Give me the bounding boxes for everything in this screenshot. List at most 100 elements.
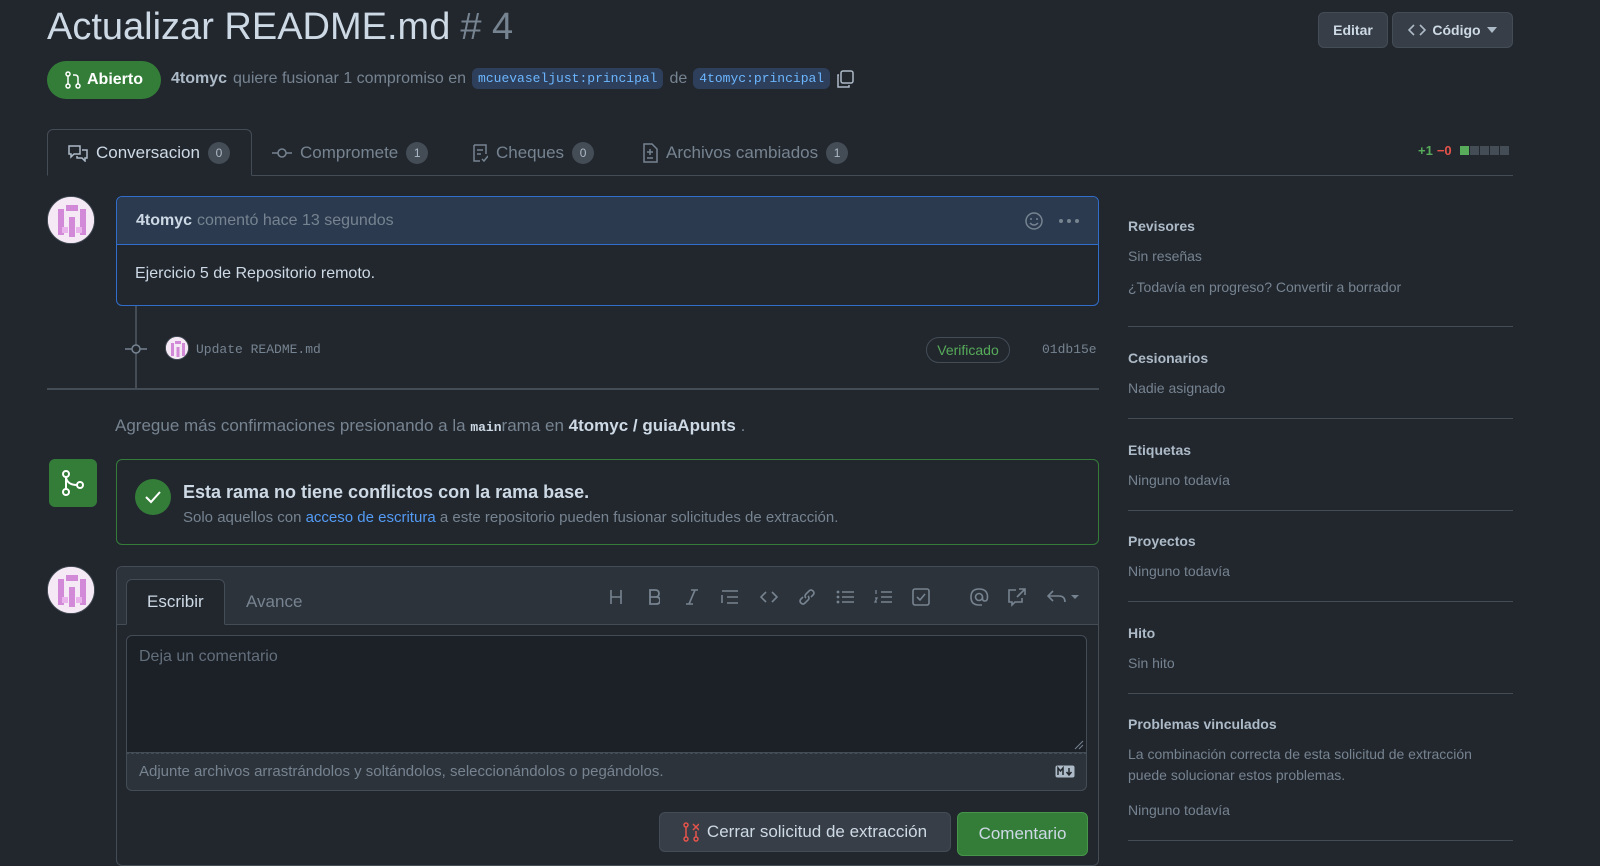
status-label: Abierto: [87, 71, 143, 88]
tab-label: Cheques: [496, 142, 565, 162]
sidebar-divider: [1128, 510, 1513, 511]
identicon-icon: [48, 197, 94, 243]
head-branch[interactable]: 4tomyc:principal: [693, 68, 831, 89]
assignees-heading[interactable]: Cesionarios: [1128, 350, 1208, 366]
sidebar-divider: [1128, 601, 1513, 602]
pull-request-icon: [65, 71, 81, 89]
diffstat-bar: [1459, 146, 1509, 155]
avatar[interactable]: [47, 196, 95, 244]
push-hint: Agregue más confirmaciones presionando a…: [115, 416, 745, 436]
code-icon: [1408, 23, 1427, 37]
diffstat: +1 −0: [1418, 143, 1509, 158]
cross-reference-icon[interactable]: [1004, 584, 1030, 610]
milestone-heading[interactable]: Hito: [1128, 625, 1155, 641]
merge-status-icon-box: [49, 459, 97, 507]
code-icon[interactable]: [756, 584, 782, 610]
commit-sha[interactable]: 01db15e: [1042, 342, 1097, 357]
close-pull-request-button[interactable]: Cerrar solicitud de extracción: [659, 812, 951, 852]
editor-toolbar: Escribir Avance: [117, 567, 1098, 625]
checklist-icon: [472, 143, 488, 163]
mention-icon[interactable]: [966, 584, 992, 610]
comment-timestamp[interactable]: comentó hace 13 segundos: [197, 212, 394, 230]
hint-prefix: Agregue más confirmaciones presionando a…: [115, 416, 466, 435]
tab-write[interactable]: Escribir: [126, 579, 225, 625]
merge-text-before: Solo aquellos con: [183, 509, 302, 526]
code-button-label: Código: [1432, 22, 1481, 38]
commit-avatar[interactable]: [165, 336, 189, 360]
link-icon[interactable]: [794, 584, 820, 610]
projects-heading[interactable]: Proyectos: [1128, 533, 1196, 549]
milestone-value: Sin hito: [1128, 655, 1175, 671]
edit-button[interactable]: Editar: [1318, 12, 1388, 48]
commit-icon: [272, 147, 292, 159]
kebab-horizontal-icon[interactable]: [1058, 218, 1080, 224]
comment-submit-button[interactable]: Comentario: [957, 812, 1088, 856]
comment-box: 4tomyc comentó hace 13 segundos Ejercici…: [116, 196, 1099, 306]
tab-files-changed[interactable]: Archivos cambiados 1: [622, 129, 868, 176]
attach-files-text: Adjunte archivos arrastrándolos y soltán…: [139, 763, 664, 780]
pr-meta: 4tomyc quiere fusionar 1 compromiso en m…: [171, 68, 854, 89]
linked-issues-value: Ninguno todavía: [1128, 802, 1230, 818]
convert-to-draft-link[interactable]: ¿Todavía en progreso? Convertir a borrad…: [1128, 277, 1401, 298]
resize-handle-icon[interactable]: [1074, 740, 1084, 750]
sidebar-divider: [1128, 840, 1513, 841]
verified-badge[interactable]: Verificado: [926, 337, 1010, 363]
code-dropdown-button[interactable]: Código: [1392, 12, 1513, 48]
timeline-separator: [47, 388, 1099, 390]
edit-button-label: Editar: [1333, 22, 1373, 38]
tab-counter: 1: [826, 141, 849, 164]
base-branch[interactable]: mcuevaseljust:principal: [472, 68, 664, 89]
merge-status-text: Solo aquellos con acceso de escritura a …: [183, 509, 838, 526]
merge-status-title: Esta rama no tiene conflictos con la ram…: [183, 482, 590, 502]
copy-icon[interactable]: [836, 69, 854, 88]
deletions-count: −0: [1436, 143, 1452, 158]
tab-preview[interactable]: Avance: [226, 579, 322, 625]
close-pr-label: Cerrar solicitud de extracción: [706, 822, 928, 841]
status-badge: Abierto: [47, 61, 161, 99]
git-pull-request-closed-icon: [683, 822, 699, 842]
reply-dropdown-icon[interactable]: [1046, 584, 1082, 610]
tab-label: Conversacion: [96, 142, 200, 162]
author-link[interactable]: 4tomyc: [171, 70, 227, 88]
comment-body: Ejercicio 5 de Repositorio remoto.: [135, 265, 376, 282]
tasklist-icon[interactable]: [908, 584, 934, 610]
tab-label: Archivos cambiados: [666, 142, 819, 162]
labels-heading[interactable]: Etiquetas: [1128, 442, 1191, 458]
markdown-icon[interactable]: [1055, 765, 1075, 778]
smiley-icon[interactable]: [1024, 211, 1044, 231]
comment-header: 4tomyc comentó hace 13 segundos: [117, 197, 1098, 245]
write-access-link[interactable]: acceso de escritura: [306, 509, 436, 526]
sidebar-divider: [1128, 326, 1513, 327]
heading-icon[interactable]: [603, 584, 629, 610]
connector-text: de: [669, 69, 688, 87]
commit-icon: [125, 343, 147, 355]
action-text: quiere fusionar 1 compromiso en: [233, 69, 467, 87]
tab-label: Compromete: [300, 142, 399, 162]
file-diff-icon: [642, 142, 658, 163]
pr-title-text: Actualizar README.md: [47, 6, 451, 48]
avatar[interactable]: [47, 566, 95, 614]
ordered-list-icon[interactable]: [870, 584, 896, 610]
tab-commits[interactable]: Compromete 1: [252, 129, 448, 176]
sidebar-divider: [1128, 418, 1513, 419]
commit-message[interactable]: Update README.md: [196, 342, 321, 357]
comment-textarea[interactable]: Deja un comentario: [126, 635, 1087, 753]
tab-counter: 1: [406, 141, 429, 164]
tab-conversation[interactable]: Conversacion 0: [47, 129, 252, 176]
projects-value: Ninguno todavía: [1128, 563, 1230, 579]
bold-icon[interactable]: [641, 584, 667, 610]
unordered-list-icon[interactable]: [832, 584, 858, 610]
linked-issues-description: La combinación correcta de esta solicitu…: [1128, 746, 1472, 783]
reviewers-heading[interactable]: Revisores: [1128, 218, 1195, 234]
italic-icon[interactable]: [679, 584, 705, 610]
identicon-icon: [48, 567, 94, 613]
hint-repo-link[interactable]: 4tomyc / guiaApunts: [569, 416, 736, 435]
comment-discussion-icon: [68, 144, 88, 162]
caret-down-icon: [1486, 27, 1497, 33]
quote-icon[interactable]: [717, 584, 743, 610]
reviewers-value: Sin reseñas: [1128, 248, 1202, 264]
comment-author[interactable]: 4tomyc: [136, 212, 192, 230]
tab-checks[interactable]: Cheques 0: [452, 129, 614, 176]
attach-files-area[interactable]: Adjunte archivos arrastrándolos y soltán…: [126, 753, 1087, 791]
page-title: Actualizar README.md # 4: [47, 6, 513, 49]
